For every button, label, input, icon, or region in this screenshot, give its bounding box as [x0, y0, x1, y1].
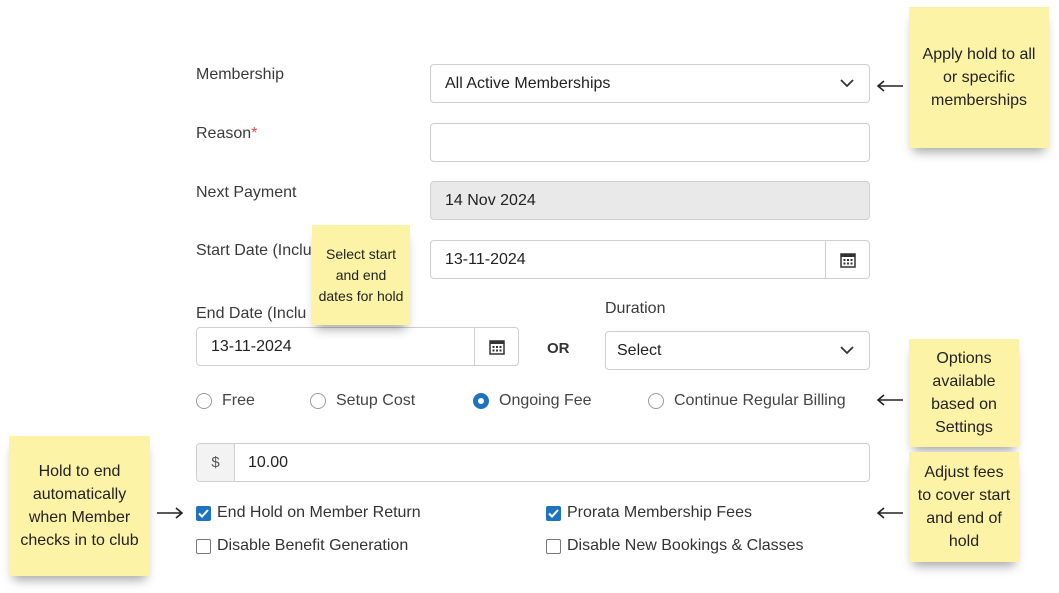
reason-label-text: Reason [196, 125, 252, 142]
radio-free-label: Free [222, 392, 255, 409]
checkbox-end-hold-on-return[interactable]: End Hold on Member Return [196, 504, 421, 522]
calendar-icon[interactable] [825, 241, 869, 278]
end-date-input[interactable]: 13-11-2024 [196, 327, 519, 366]
fee-amount-input[interactable]: $ 10.00 [196, 443, 870, 482]
radio-continue-regular-billing[interactable]: Continue Regular Billing [648, 392, 846, 410]
arrow-left-icon [876, 80, 903, 92]
radio-setup-cost[interactable]: Setup Cost [310, 392, 415, 410]
required-marker: * [251, 125, 258, 142]
fee-amount-value: 10.00 [248, 453, 289, 471]
radio-ongoing-fee-label: Ongoing Fee [499, 392, 592, 409]
prorata-label: Prorata Membership Fees [567, 504, 752, 521]
radio-circle[interactable] [196, 393, 212, 409]
note-apply-hold: Apply hold to all or specific membership… [909, 7, 1049, 148]
radio-setup-cost-label: Setup Cost [336, 392, 416, 409]
next-payment-value: 14 Nov 2024 [445, 191, 536, 209]
radio-circle[interactable] [310, 393, 326, 409]
reason-input[interactable] [430, 123, 870, 162]
arrow-left-icon [876, 394, 903, 406]
checkbox-box-checked[interactable] [546, 505, 561, 521]
checkbox-disable-bookings[interactable]: Disable New Bookings & Classes [546, 537, 804, 555]
membership-select[interactable]: All Active Memberships [430, 64, 870, 103]
arrow-right-icon [157, 507, 184, 519]
next-payment-label: Next Payment [196, 184, 297, 201]
duration-select[interactable]: Select [605, 331, 870, 370]
note-adjust-fees: Adjust fees to cover start and end of ho… [909, 452, 1019, 562]
radio-continue-billing-label: Continue Regular Billing [674, 392, 846, 409]
duration-select-value: Select [617, 341, 662, 359]
checkbox-disable-benefit-generation[interactable]: Disable Benefit Generation [196, 537, 408, 555]
radio-free[interactable]: Free [196, 392, 255, 410]
start-date-value: 13-11-2024 [445, 250, 526, 268]
note-options: Options available based on Settings [909, 339, 1019, 447]
end-date-label: End Date (Inclu [196, 305, 307, 322]
start-date-input[interactable]: 13-11-2024 [430, 240, 870, 279]
next-payment-field: 14 Nov 2024 [430, 181, 870, 220]
currency-prefix: $ [197, 444, 235, 481]
note-hold-end: Hold to end automatically when Member ch… [9, 436, 150, 576]
radio-ongoing-fee[interactable]: Ongoing Fee [473, 392, 592, 410]
disable-benefit-label: Disable Benefit Generation [217, 537, 409, 554]
checkbox-prorata-fees[interactable]: Prorata Membership Fees [546, 504, 752, 522]
membership-label: Membership [196, 66, 285, 83]
start-date-label: Start Date (Inclu [196, 242, 312, 259]
chevron-down-icon [825, 332, 869, 369]
checkbox-box-checked[interactable] [196, 505, 211, 521]
checkbox-box[interactable] [546, 538, 561, 554]
membership-select-value: All Active Memberships [445, 74, 611, 92]
calendar-icon[interactable] [474, 328, 518, 365]
chevron-down-icon [825, 65, 869, 102]
end-hold-label: End Hold on Member Return [217, 504, 421, 521]
or-separator: OR [547, 340, 570, 357]
checkbox-box[interactable] [196, 538, 211, 554]
reason-label: Reason* [196, 125, 257, 143]
note-select-dates: Select start and end dates for hold [312, 225, 410, 325]
disable-bookings-label: Disable New Bookings & Classes [567, 537, 804, 554]
radio-circle-selected[interactable] [473, 393, 489, 409]
duration-label: Duration [605, 300, 666, 317]
arrow-left-icon [876, 507, 903, 519]
end-date-value: 13-11-2024 [211, 337, 292, 355]
radio-circle[interactable] [648, 393, 664, 409]
